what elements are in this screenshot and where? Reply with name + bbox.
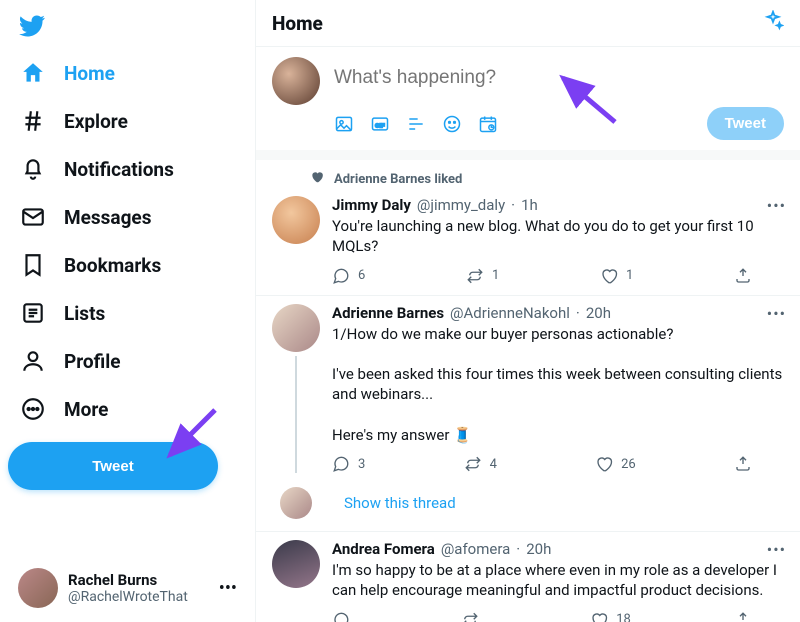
retweet-button[interactable]: 1: [466, 267, 499, 285]
nav-explore[interactable]: Explore: [8, 98, 247, 144]
gif-icon[interactable]: GIF: [370, 114, 390, 134]
account-display-name: Rachel Burns: [68, 571, 188, 589]
mail-icon: [20, 204, 46, 230]
reply-button[interactable]: 6: [332, 267, 365, 285]
more-icon: [20, 396, 46, 422]
tweet-author-name[interactable]: Andrea Fomera: [332, 540, 435, 558]
tweet-author-handle[interactable]: @afomera: [441, 540, 510, 558]
avatar[interactable]: [272, 540, 320, 588]
thread-continuation[interactable]: Show this thread: [256, 483, 800, 532]
show-thread-link[interactable]: Show this thread: [344, 494, 456, 512]
bookmark-icon: [20, 252, 46, 278]
emoji-icon[interactable]: [442, 114, 462, 134]
account-handle: @RachelWroteThat: [68, 589, 188, 606]
tweet-time[interactable]: 20h: [526, 540, 551, 558]
nav-lists[interactable]: Lists: [8, 290, 247, 336]
avatar[interactable]: [272, 57, 320, 105]
compose-tweet-button[interactable]: Tweet: [707, 107, 784, 140]
tweet-text: I'm so happy to be at a place where even…: [332, 560, 784, 601]
share-button[interactable]: [734, 611, 752, 622]
social-context: Adrienne Barnes liked: [256, 160, 800, 188]
avatar: [18, 568, 58, 608]
nav-home[interactable]: Home: [8, 50, 247, 96]
tweet-text: 1/How do we make our buyer personas acti…: [332, 324, 784, 446]
poll-icon[interactable]: [406, 114, 426, 134]
nav-label: Bookmarks: [64, 254, 161, 277]
nav-label: Messages: [64, 206, 151, 229]
tweet-more-button[interactable]: •••: [767, 540, 786, 559]
schedule-icon[interactable]: [478, 114, 498, 134]
tweet-time[interactable]: 20h: [586, 304, 611, 322]
sidebar: Home Explore Notifications Messages Book…: [0, 0, 255, 622]
compose-input[interactable]: [334, 57, 784, 107]
page-title: Home: [272, 12, 323, 35]
tweet[interactable]: Jimmy Daly @jimmy_daly · 1h You're launc…: [256, 188, 800, 296]
sparkle-icon[interactable]: [762, 10, 784, 36]
tweet[interactable]: Andrea Fomera @afomera · 20h I'm so happ…: [256, 532, 800, 622]
like-button[interactable]: 26: [595, 455, 636, 473]
retweet-button[interactable]: 4: [464, 455, 497, 473]
nav-notifications[interactable]: Notifications: [8, 146, 247, 192]
tweet-author-name[interactable]: Adrienne Barnes: [332, 304, 444, 322]
tweet-more-button[interactable]: •••: [767, 304, 786, 323]
nav-label: Notifications: [64, 158, 174, 181]
tweet-more-button[interactable]: •••: [767, 196, 786, 215]
reply-button[interactable]: [332, 611, 358, 622]
heart-icon: [310, 170, 324, 188]
nav-label: Home: [64, 62, 115, 85]
main-column: Home GIF Tweet: [255, 0, 800, 622]
avatar[interactable]: [272, 196, 320, 244]
nav-messages[interactable]: Messages: [8, 194, 247, 240]
nav-more[interactable]: More: [8, 386, 247, 432]
home-icon: [20, 60, 46, 86]
tweet-author-name[interactable]: Jimmy Daly: [332, 196, 411, 214]
avatar[interactable]: [280, 487, 312, 519]
nav-label: Lists: [64, 302, 105, 325]
profile-icon: [20, 348, 46, 374]
hash-icon: [20, 108, 46, 134]
context-text: Adrienne Barnes liked: [334, 172, 462, 187]
list-icon: [20, 300, 46, 326]
like-button[interactable]: 1: [600, 267, 633, 285]
nav-label: Explore: [64, 110, 128, 133]
retweet-button[interactable]: [461, 611, 487, 622]
thread-line: [295, 356, 297, 474]
avatar[interactable]: [272, 304, 320, 352]
twitter-logo[interactable]: [8, 4, 247, 48]
ellipsis-icon[interactable]: •••: [219, 578, 237, 599]
account-switcher[interactable]: Rachel Burns @RachelWroteThat •••: [8, 560, 247, 616]
tweet-author-handle[interactable]: @AdrienneNakohl: [450, 304, 570, 322]
share-button[interactable]: [734, 267, 752, 285]
tweet-time[interactable]: 1h: [521, 196, 538, 214]
timeline-header: Home: [256, 0, 800, 47]
tweet[interactable]: Adrienne Barnes @AdrienneNakohl · 20h 1/…: [256, 296, 800, 484]
like-button[interactable]: 18: [590, 611, 631, 622]
media-icon[interactable]: [334, 114, 354, 134]
tweet-text: You're launching a new blog. What do you…: [332, 216, 784, 257]
nav-bookmarks[interactable]: Bookmarks: [8, 242, 247, 288]
reply-button[interactable]: 3: [332, 455, 365, 473]
tweet-author-handle[interactable]: @jimmy_daly: [417, 196, 505, 214]
nav-profile[interactable]: Profile: [8, 338, 247, 384]
nav-label: Profile: [64, 350, 121, 373]
bell-icon: [20, 156, 46, 182]
nav-label: More: [64, 398, 108, 421]
timeline-feed: Adrienne Barnes liked Jimmy Daly @jimmy_…: [256, 160, 800, 622]
svg-text:GIF: GIF: [375, 123, 385, 129]
tweet-composer: GIF Tweet: [256, 47, 800, 160]
tweet-button[interactable]: Tweet: [8, 442, 218, 490]
share-button[interactable]: [734, 455, 752, 473]
